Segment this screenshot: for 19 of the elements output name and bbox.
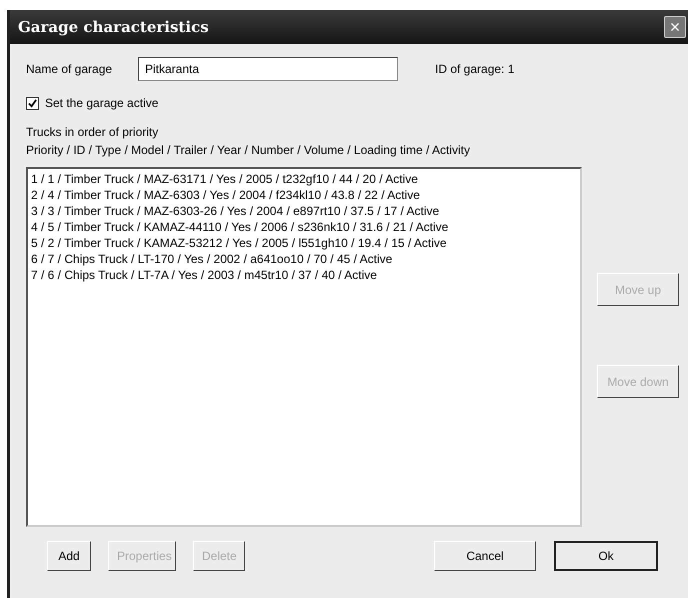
list-item[interactable]: 4 / 5 / Timber Truck / KAMAZ-44110 / Yes / 2006 / s236nk10 / 31.6 / 21 / Active [31, 219, 577, 235]
id-label: ID of garage: 1 [435, 62, 514, 76]
dialog-button[interactable]: Cancel [434, 541, 536, 571]
checkbox-label: Set the garage active [45, 96, 158, 110]
dialog-button[interactable]: Ok [554, 541, 658, 571]
close-button[interactable]: × [664, 16, 686, 38]
list-item[interactable]: 2 / 4 / Timber Truck / MAZ-6303 / Yes / 2004 / f234kl10 / 43.8 / 22 / Active [31, 187, 577, 203]
field-label: Name of garage [26, 62, 114, 76]
list-item[interactable]: 5 / 2 / Timber Truck / KAMAZ-53212 / Yes / 2005 / l551gh10 / 19.4 / 15 / Active [31, 235, 577, 251]
list-title: Trucks in order of priority [26, 125, 160, 139]
name-field[interactable]: Pitkaranta [138, 57, 398, 81]
list-item[interactable]: 3 / 3 / Timber Truck / MAZ-6303-26 / Yes / 2004 / e897rt10 / 37.5 / 17 / Active [31, 203, 577, 219]
list-header: Priority / ID / Type / Model / Trailer / Year / Number / Volume / Loading time / Activity [26, 143, 471, 157]
checkbox[interactable] [26, 96, 39, 110]
dialog-button[interactable]: Add [47, 541, 91, 571]
window-title: Garage characteristics [18, 18, 209, 36]
list-item[interactable]: 7 / 6 / Chips Truck / LT-7A / Yes / 2003 / m45tr10 / 37 / 40 / Active [31, 267, 577, 283]
list-item[interactable]: 1 / 1 / Timber Truck / MAZ-63171 / Yes / 2005 / t232gf10 / 44 / 20 / Active [31, 171, 577, 187]
list-item[interactable]: 6 / 7 / Chips Truck / LT-170 / Yes / 2002 / a641oo10 / 70 / 45 / Active [31, 251, 577, 267]
